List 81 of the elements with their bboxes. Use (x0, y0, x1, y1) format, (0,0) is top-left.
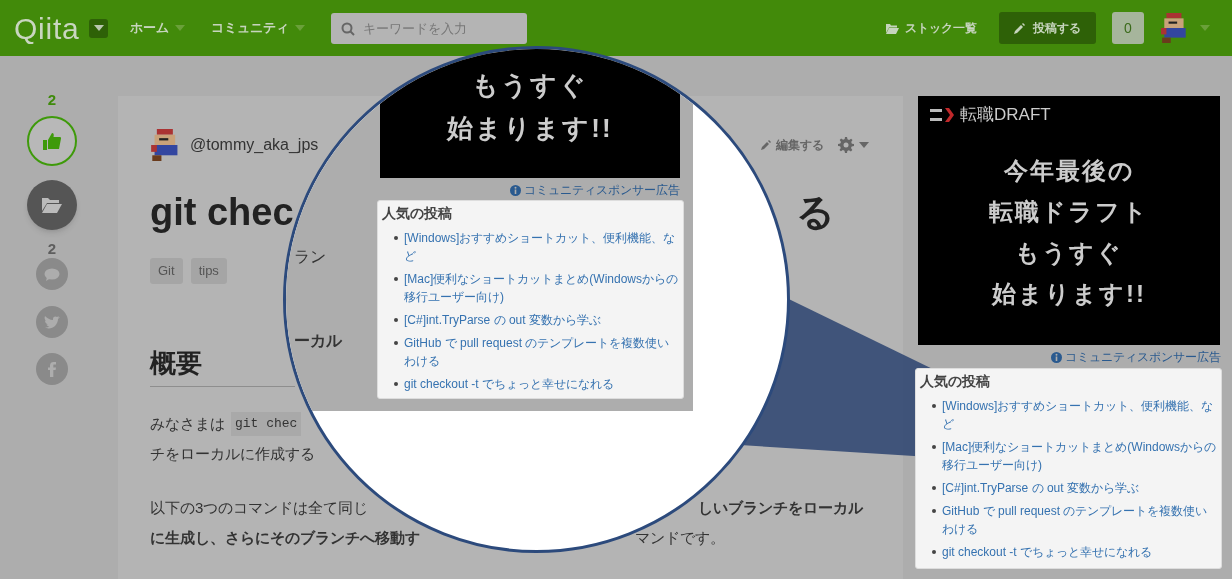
search-icon (341, 21, 356, 36)
paragraph-text: チをローカルに作成する (150, 444, 315, 464)
article-title: git chec (150, 190, 294, 235)
folder-icon (886, 22, 899, 34)
settings-button[interactable] (838, 137, 869, 153)
ad-text: 転職ドラフト (989, 196, 1149, 227)
bullet-icon (932, 404, 936, 408)
brand-logo-icon (930, 107, 956, 122)
post-link[interactable]: git checkout -t でちょっと幸せになれる (942, 543, 1153, 561)
info-icon (510, 184, 521, 196)
post-link[interactable]: [Windows]おすすめショートカット、便利機能、など (404, 229, 679, 265)
bullet-icon (394, 236, 398, 240)
post-link[interactable]: GitHub で pull request のテンプレートを複数使いわける (404, 334, 679, 370)
speech-bubble-icon (44, 267, 60, 281)
paragraph-text: に生成し、さらにそのブランチへ移動す (150, 528, 420, 548)
brand-name: 転職DRAFT (960, 104, 1051, 126)
author-link[interactable]: @tommy_aka_jps (190, 135, 319, 155)
article-title: る (796, 190, 835, 235)
post-link[interactable]: [Mac]便利なショートカットまとめ(Windowsからの移行ユーザー向け) (404, 270, 679, 306)
comment-count: 2 (47, 240, 57, 258)
caret-icon (1200, 25, 1210, 31)
caret-icon (175, 25, 186, 31)
folder-icon (42, 197, 62, 213)
paragraph-text: ーカル (294, 331, 342, 351)
caret-icon (93, 25, 104, 31)
pencil-icon (1014, 22, 1025, 34)
paragraph-text: マンドです。 (635, 528, 725, 548)
info-icon (1051, 351, 1062, 363)
ad-text: 始まります!! (992, 278, 1146, 309)
stock-button[interactable] (27, 180, 77, 230)
nav-menu[interactable]: コミュニティ (211, 18, 306, 38)
post-link[interactable]: [Windows]おすすめショートカット、便利機能、など (942, 397, 1217, 433)
site-logo[interactable]: Qiita (14, 5, 80, 51)
panel-title: 人気の投稿 (920, 372, 991, 391)
post-link[interactable]: GitHub で pull request のテンプレートを複数使いわける (942, 502, 1217, 538)
nav-menu[interactable]: ホーム (130, 18, 186, 38)
share-button[interactable] (36, 306, 68, 338)
paragraph-text: みなさまは (150, 414, 225, 434)
bullet-icon (932, 445, 936, 449)
comment-button[interactable] (36, 258, 68, 290)
logo-menu-button[interactable] (89, 18, 109, 38)
post-link[interactable]: [Mac]便利なショートカットまとめ(Windowsからの移行ユーザー向け) (942, 438, 1217, 474)
settings-icon (838, 137, 854, 153)
stock-list-link[interactable]: ストック一覧 (886, 19, 977, 37)
bullet-icon (932, 509, 936, 513)
edit-link[interactable]: 編集する (761, 136, 824, 154)
tag-link[interactable]: tips (190, 258, 227, 284)
ad-text: 始まります!! (447, 112, 613, 145)
bullet-icon (932, 550, 936, 554)
bullet-icon (394, 277, 398, 281)
like-button[interactable] (27, 116, 77, 166)
bullet-icon (394, 318, 398, 322)
ad-banner[interactable]: もうすぐ 始まります!! (380, 49, 680, 178)
paragraph-text: しいブランチをローカル (698, 498, 863, 518)
caret-icon (295, 25, 306, 31)
ad-banner[interactable]: 転職DRAFT 今年最後の 転職ドラフト もうすぐ 始まります!! (918, 96, 1220, 345)
social-logo-icon (48, 361, 56, 377)
paragraph-text: ラン (294, 247, 326, 267)
post-link[interactable]: [C#]int.TryParse の out 変数から学ぶ (404, 311, 601, 329)
bullet-icon (394, 382, 398, 386)
ad-text: もうすぐ (1015, 237, 1123, 268)
sponsor-link[interactable]: コミュニティスポンサー広告 (1065, 350, 1221, 364)
paragraph-text: 以下の3つのコマンドは全て同じ (150, 498, 369, 518)
post-button[interactable]: 投稿する (999, 12, 1096, 44)
inline-code: git chec (231, 412, 302, 436)
panel-title: 人気の投稿 (382, 204, 453, 223)
post-link[interactable]: [C#]int.TryParse の out 変数から学ぶ (942, 479, 1139, 497)
bullet-icon (932, 486, 936, 490)
bird-icon (44, 315, 60, 329)
notification-count[interactable]: 0 (1112, 12, 1144, 44)
thumbs-up-icon (43, 132, 61, 150)
tag-link[interactable]: Git (150, 258, 183, 284)
sponsor-link[interactable]: コミュニティスポンサー広告 (524, 183, 680, 197)
ad-text: もうすぐ (472, 69, 588, 102)
post-link[interactable]: git checkout -t でちょっと幸せになれる (404, 375, 615, 393)
bullet-icon (394, 341, 398, 345)
ad-text: 今年最後の (1003, 155, 1135, 186)
caret-icon (859, 142, 869, 148)
share-button[interactable] (36, 353, 68, 385)
pencil-icon (761, 140, 771, 150)
like-count: 2 (47, 90, 57, 110)
